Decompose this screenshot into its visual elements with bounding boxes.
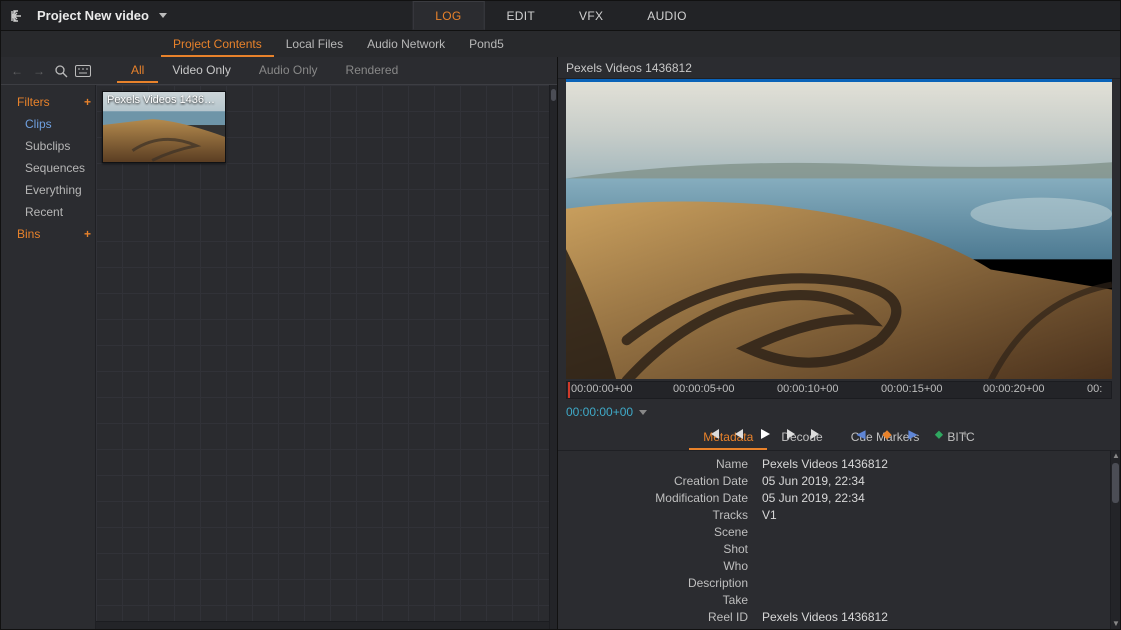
meta-row: Scene [558, 523, 1110, 540]
keyboard-icon[interactable] [75, 63, 91, 79]
filter-rendered[interactable]: Rendered [332, 59, 413, 83]
project-title: Project New video [37, 8, 149, 23]
marker-icon[interactable]: ◆ [878, 425, 896, 443]
step-forward-icon[interactable] [782, 425, 800, 443]
metadata-vscroll[interactable]: ▲ ▼ [1110, 451, 1120, 629]
viewer-title: Pexels Videos 1436812 [558, 57, 1120, 79]
meta-row: Who [558, 557, 1110, 574]
meta-key: Scene [558, 525, 758, 539]
goto-end-icon[interactable] [808, 425, 826, 443]
tab-log[interactable]: LOG [412, 1, 484, 30]
nav-back-icon[interactable]: ← [9, 63, 25, 79]
meta-key: Shot [558, 542, 758, 556]
meta-key: Modification Date [558, 491, 758, 505]
meta-key: Tracks [558, 508, 758, 522]
ruler-tick: 00: [1087, 383, 1102, 395]
meta-value[interactable]: Pexels Videos 1436812 [758, 610, 1110, 624]
browser-toolbar: ← → All Video Only Audio Only Rendered [1, 57, 557, 85]
project-menu-caret-icon[interactable] [159, 13, 167, 18]
content-browser: ← → All Video Only Audio Only Rendered F… [1, 57, 558, 629]
cue-marker-icon[interactable]: ⬥ [930, 425, 948, 443]
meta-row: TracksV1 [558, 506, 1110, 523]
mark-out-icon[interactable]: ▶ [904, 425, 922, 443]
clip-grid[interactable]: Pexels Videos 1436812 [96, 85, 557, 629]
meta-value[interactable]: 05 Jun 2019, 22:34 [758, 474, 1110, 488]
meta-key: Name [558, 457, 758, 471]
step-back-icon[interactable] [730, 425, 748, 443]
nav-fwd-icon[interactable]: → [31, 63, 47, 79]
mark-in-icon[interactable]: ◀ [852, 425, 870, 443]
sidebar-filters-label: Filters [17, 95, 50, 109]
viewer-panel: Pexels Videos 1436812 [558, 57, 1120, 629]
tab-project-contents[interactable]: Project Contents [161, 33, 274, 57]
viewer[interactable] [566, 79, 1112, 379]
timeline-ruler[interactable]: 00:00:00+00 00:00:05+00 00:00:10+00 00:0… [566, 381, 1112, 399]
meta-value[interactable]: 05 Jun 2019, 22:34 [758, 491, 1110, 505]
top-bar: Project New video LOG EDIT VFX AUDIO [1, 1, 1120, 31]
tab-audio[interactable]: AUDIO [625, 1, 709, 30]
transport-controls: ◀ ◆ ▶ ⬥ + [704, 425, 974, 443]
ruler-tick: 00:00:05+00 [673, 383, 734, 395]
add-filter-icon[interactable]: + [84, 95, 91, 109]
meta-row: NamePexels Videos 1436812 [558, 455, 1110, 472]
sidebar-filters-header[interactable]: Filters + [9, 91, 95, 113]
back-icon[interactable] [7, 7, 29, 25]
sidebar: Filters + Clips Subclips Sequences Every… [1, 85, 96, 629]
playhead-icon[interactable] [568, 382, 570, 398]
meta-row: Description [558, 574, 1110, 591]
meta-row: Modification Date05 Jun 2019, 22:34 [558, 489, 1110, 506]
source-tab-row: Project Contents Local Files Audio Netwo… [1, 31, 1120, 57]
sidebar-item-sequences[interactable]: Sequences [9, 157, 95, 179]
meta-key: Reel ID [558, 610, 758, 624]
ruler-tick: 00:00:20+00 [983, 383, 1044, 395]
workspace-tabs: LOG EDIT VFX AUDIO [412, 1, 709, 30]
tab-vfx[interactable]: VFX [557, 1, 625, 30]
ruler-tick: 00:00:15+00 [881, 383, 942, 395]
meta-row: Reel IDPexels Videos 1436812 [558, 608, 1110, 625]
grid-hscroll[interactable] [96, 621, 549, 629]
sidebar-item-everything[interactable]: Everything [9, 179, 95, 201]
meta-value[interactable]: Pexels Videos 1436812 [758, 457, 1110, 471]
add-bin-icon[interactable]: + [84, 227, 91, 241]
goto-start-icon[interactable] [704, 425, 722, 443]
sidebar-bins-header[interactable]: Bins + [9, 223, 95, 245]
timecode[interactable]: 00:00:00+00 [566, 405, 633, 419]
meta-row: Take [558, 591, 1110, 608]
meta-key: Creation Date [558, 474, 758, 488]
play-icon[interactable] [756, 425, 774, 443]
scroll-up-icon[interactable]: ▲ [1112, 451, 1119, 461]
tab-local-files[interactable]: Local Files [274, 33, 355, 57]
metadata-panel: NamePexels Videos 1436812 Creation Date0… [558, 451, 1120, 629]
meta-key: Description [558, 576, 758, 590]
sidebar-item-recent[interactable]: Recent [9, 201, 95, 223]
filter-all[interactable]: All [117, 59, 158, 83]
tab-pond5[interactable]: Pond5 [457, 33, 516, 57]
grid-vscroll[interactable] [549, 85, 557, 629]
clip-thumbnail-label: Pexels Videos 1436812 [107, 94, 221, 106]
meta-key: Take [558, 593, 758, 607]
search-icon[interactable] [53, 63, 69, 79]
sidebar-item-subclips[interactable]: Subclips [9, 135, 95, 157]
add-marker-icon[interactable]: + [956, 425, 974, 443]
meta-value[interactable]: V1 [758, 508, 1110, 522]
filter-video-only[interactable]: Video Only [158, 59, 244, 83]
ruler-tick: 00:00:10+00 [777, 383, 838, 395]
sidebar-item-clips[interactable]: Clips [9, 113, 95, 135]
clip-thumbnail[interactable]: Pexels Videos 1436812 [102, 91, 226, 163]
meta-key: Who [558, 559, 758, 573]
ruler-tick: 00:00:00+00 [571, 383, 632, 395]
tab-edit[interactable]: EDIT [484, 1, 557, 30]
filter-audio-only[interactable]: Audio Only [245, 59, 332, 83]
filter-tabs: All Video Only Audio Only Rendered [117, 59, 412, 83]
tab-audio-network[interactable]: Audio Network [355, 33, 457, 57]
scroll-down-icon[interactable]: ▼ [1112, 619, 1119, 629]
sidebar-bins-label: Bins [17, 227, 40, 241]
meta-row: Shot [558, 540, 1110, 557]
timecode-menu-icon[interactable] [639, 410, 647, 415]
meta-row: Creation Date05 Jun 2019, 22:34 [558, 472, 1110, 489]
